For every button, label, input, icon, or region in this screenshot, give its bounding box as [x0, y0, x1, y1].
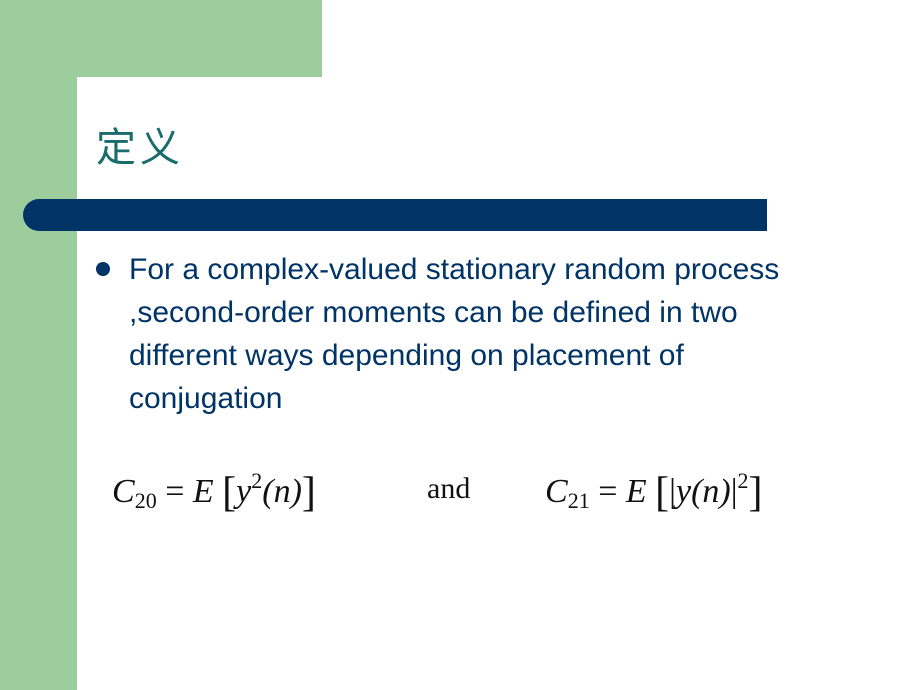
formula-c20: C20 = E [y2(n)] — [112, 468, 316, 517]
formula-c21: C21 = E [|y(n)|2] — [545, 468, 763, 517]
bullet-dot-icon — [96, 262, 110, 276]
formula-equals: = — [598, 473, 618, 510]
formula-symbol: C — [112, 473, 135, 510]
formula-var: y — [675, 473, 692, 510]
formula-expectation: E — [625, 473, 647, 510]
formula-expectation: E — [192, 473, 214, 510]
formula-open-bracket: [ — [222, 470, 237, 516]
formula-power: 2 — [251, 468, 263, 493]
bullet-item: For a complex-valued stationary random p… — [129, 253, 780, 415]
formula-arg: (n) — [691, 473, 731, 510]
formula-var: y — [236, 473, 252, 510]
formula-abs-close: | — [730, 473, 738, 510]
formula-arg: (n) — [262, 473, 302, 510]
formula-subscript: 21 — [567, 488, 590, 513]
formula-close-bracket: ] — [748, 470, 763, 516]
formula-symbol: C — [545, 473, 568, 510]
formula-power: 2 — [737, 468, 749, 493]
title-underline-bar — [23, 199, 767, 231]
formula-subscript: 20 — [134, 488, 157, 513]
formula-abs-open: | — [669, 473, 676, 510]
slide-title: 定义 — [96, 125, 184, 171]
green-left-decoration — [0, 0, 77, 690]
formula-connector: and — [427, 472, 471, 505]
formula-open-bracket: [ — [655, 470, 670, 516]
formula-close-bracket: ] — [301, 470, 316, 516]
formula-equals: = — [165, 473, 185, 510]
